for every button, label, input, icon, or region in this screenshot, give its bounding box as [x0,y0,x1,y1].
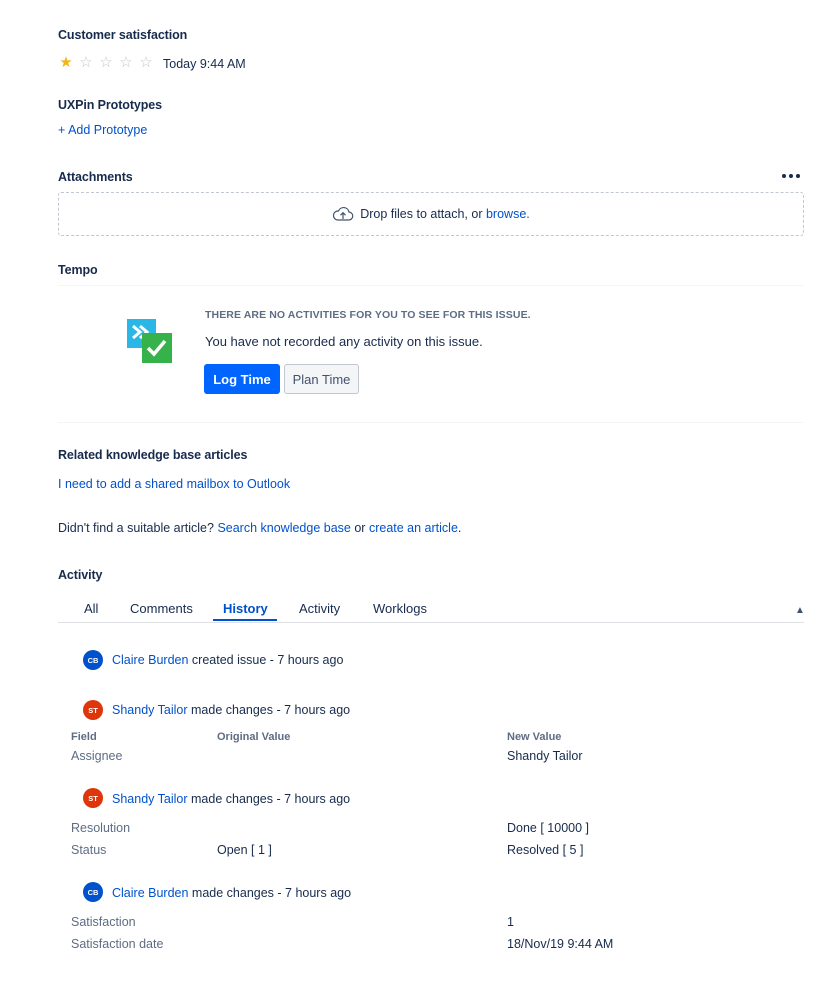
star-icon-5[interactable]: ☆ [138,55,154,71]
add-prototype-link[interactable]: + Add Prototype [58,123,147,137]
knowledge-base-title: Related knowledge base articles [58,448,248,462]
star-icon-3[interactable]: ☆ [98,55,114,71]
search-kb-link[interactable]: Search knowledge base [217,521,350,535]
user-link[interactable]: Claire Burden [112,653,188,667]
star-icon-1[interactable]: ★ [58,55,74,71]
tab-history[interactable]: History [223,601,268,616]
user-link[interactable]: Claire Burden [112,886,188,900]
cloud-upload-icon [333,206,354,221]
log-time-button[interactable]: Log Time [204,364,280,394]
tabs-divider [58,622,804,623]
avatar[interactable]: CB [83,882,103,902]
history-entry-3: Shandy Tailor made changes - 7 hours ago [112,792,350,806]
avatar[interactable]: ST [83,700,103,720]
drop-text: Drop files to attach, or [360,207,483,221]
kb-article-link[interactable]: I need to add a shared mailbox to Outloo… [58,477,290,491]
kb-not-found-line: Didn't find a suitable article? Search k… [58,521,461,535]
attachments-title: Attachments [58,170,133,184]
star-rating[interactable]: ★ ☆ ☆ ☆ ☆ [58,55,154,71]
create-article-link[interactable]: create an article [369,521,458,535]
original-value-header: Original Value [217,731,291,743]
attachment-dropzone[interactable]: Drop files to attach, or browse. [58,192,804,236]
uxpin-title: UXPin Prototypes [58,98,162,112]
browse-suffix: . [526,207,530,221]
browse-link[interactable]: browse [486,207,526,221]
change-field: Satisfaction [71,915,136,929]
rating-timestamp: Today 9:44 AM [163,57,246,71]
history-entry-1: Claire Burden created issue - 7 hours ag… [112,653,343,667]
tempo-logo-icon [127,319,172,363]
history-action: made changes - 7 hours ago [191,886,352,900]
change-new-value: 18/Nov/19 9:44 AM [507,937,614,951]
new-value-header: New Value [507,731,562,743]
change-new-value: Done [ 10000 ] [507,821,590,835]
chevron-up-icon[interactable]: ▲ [795,605,805,616]
active-tab-indicator [213,619,277,621]
avatar[interactable]: CB [83,650,103,670]
star-icon-2[interactable]: ☆ [78,55,94,71]
change-new-value: Resolved [ 5 ] [507,843,584,857]
tab-comments[interactable]: Comments [130,601,193,616]
change-field: Status [71,843,107,857]
tab-activity[interactable]: Activity [299,601,340,616]
tempo-empty-message: You have not recorded any activity on th… [205,334,483,349]
kb-not-found-text: Didn't find a suitable article? [58,521,214,535]
user-link[interactable]: Shandy Tailor [112,703,188,717]
history-entry-4: Claire Burden made changes - 7 hours ago [112,886,351,900]
change-original-value: Open [ 1 ] [217,843,272,857]
field-header: Field [71,731,97,743]
history-action: created issue - 7 hours ago [191,653,344,667]
history-entry-2: Shandy Tailor made changes - 7 hours ago [112,703,350,717]
change-field: Resolution [71,821,131,835]
history-action: made changes - 7 hours ago [191,703,351,717]
change-new-value: 1 [507,915,514,929]
activity-title: Activity [58,568,103,582]
tab-all[interactable]: All [84,601,98,616]
user-link[interactable]: Shandy Tailor [112,792,188,806]
avatar[interactable]: ST [83,788,103,808]
customer-satisfaction-title: Customer satisfaction [58,28,188,42]
plan-time-button[interactable]: Plan Time [284,364,359,394]
star-icon-4[interactable]: ☆ [118,55,134,71]
change-field: Assignee [71,749,123,763]
tempo-empty-heading: THERE ARE NO ACTIVITIES FOR YOU TO SEE F… [205,309,531,321]
more-icon[interactable] [782,170,800,182]
change-new-value: Shandy Tailor [507,749,583,763]
tempo-title: Tempo [58,263,98,277]
change-field: Satisfaction date [71,937,164,951]
kb-end-period: . [457,521,462,535]
tab-worklogs[interactable]: Worklogs [373,601,427,616]
history-action: made changes - 7 hours ago [191,792,351,806]
kb-or-text: or [354,521,366,535]
